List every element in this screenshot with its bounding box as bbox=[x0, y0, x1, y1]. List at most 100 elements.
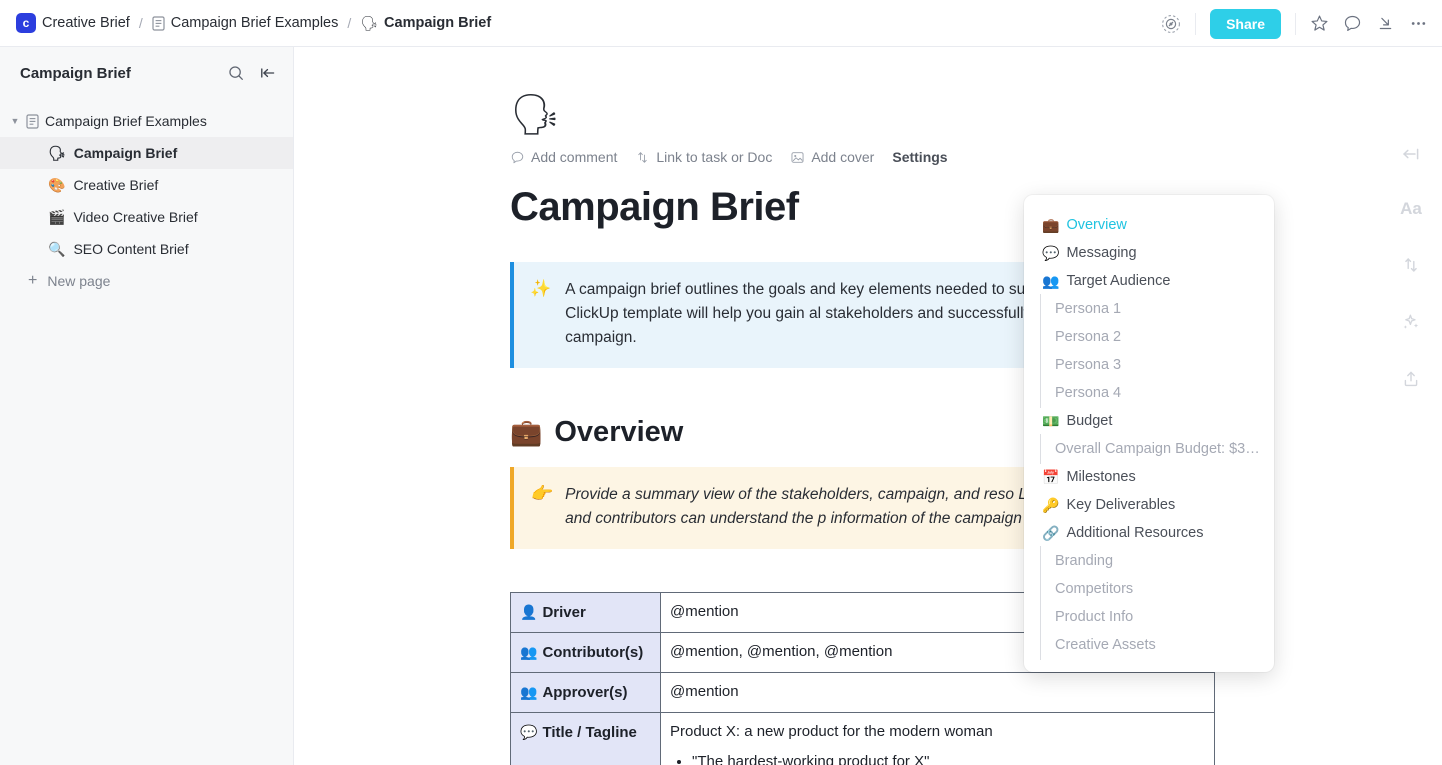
breadcrumb-label-workspace: Creative Brief bbox=[42, 15, 130, 31]
outline-item-messaging[interactable]: 💬 Messaging bbox=[1024, 239, 1274, 267]
breadcrumb-item-parent-doc[interactable]: Campaign Brief Examples bbox=[152, 15, 338, 31]
table-value-text: @mention bbox=[670, 603, 739, 620]
top-header: c Creative Brief / Campaign Brief Exampl… bbox=[0, 0, 1442, 47]
relationships-icon[interactable] bbox=[1401, 255, 1421, 275]
table-label-text: Contributor(s) bbox=[542, 644, 644, 661]
sidebar: Campaign Brief ▼ Campaign Brief Examples… bbox=[0, 47, 294, 765]
outline-item-additional-resources[interactable]: 🔗 Additional Resources bbox=[1024, 519, 1274, 547]
outline-subitem-persona-1[interactable]: Persona 1 bbox=[1024, 294, 1274, 324]
outline-item-label: Additional Resources bbox=[1066, 525, 1204, 541]
table-value-text: Product X: a new product for the modern … bbox=[670, 723, 993, 740]
sidebar-item-campaign-brief[interactable]: 🗣 Campaign Brief bbox=[0, 137, 293, 169]
outline-item-overview[interactable]: 💼 Overview bbox=[1024, 211, 1274, 239]
outline-item-emoji: 💬 bbox=[1042, 244, 1060, 261]
outline-item-label: Messaging bbox=[1066, 245, 1137, 261]
section-heading-label: Overview bbox=[554, 416, 684, 448]
outline-subitem-product-info[interactable]: Product Info bbox=[1024, 602, 1274, 632]
table-label-text: Driver bbox=[542, 604, 586, 621]
outline-subitem-label: Persona 1 bbox=[1055, 301, 1122, 317]
more-options-icon[interactable] bbox=[1409, 14, 1428, 33]
table-row-value[interactable]: @mention bbox=[660, 672, 1215, 713]
table-label-text: Approver(s) bbox=[542, 684, 628, 701]
outline-subitem-persona-3[interactable]: Persona 3 bbox=[1024, 350, 1274, 380]
link-to-task-button[interactable]: Link to task or Doc bbox=[635, 149, 772, 165]
share-button[interactable]: Share bbox=[1210, 8, 1281, 39]
outline-item-key-deliverables[interactable]: 🔑 Key Deliverables bbox=[1024, 491, 1274, 519]
plus-icon: + bbox=[28, 272, 38, 289]
outline-item-label: Target Audience bbox=[1066, 273, 1171, 289]
outline-item-milestones[interactable]: 📅 Milestones bbox=[1024, 463, 1274, 491]
breadcrumb-item-workspace[interactable]: c Creative Brief bbox=[16, 13, 130, 33]
palette-emoji: 🎨 bbox=[48, 177, 66, 193]
breadcrumb-item-current-page[interactable]: 🗣 Campaign Brief bbox=[360, 15, 491, 31]
table-row: 💬 Title / Tagline Product X: a new produc… bbox=[510, 712, 1215, 765]
search-icon[interactable] bbox=[227, 64, 245, 82]
briefcase-emoji: 💼 bbox=[510, 417, 543, 447]
clickup-logo-icon: c bbox=[16, 13, 36, 33]
font-size-icon[interactable]: Aa bbox=[1400, 199, 1422, 219]
new-page-button[interactable]: + New page bbox=[0, 265, 293, 297]
sidebar-title: Campaign Brief bbox=[20, 64, 131, 82]
collapse-panel-icon[interactable] bbox=[1401, 145, 1421, 163]
sidebar-item-creative-brief[interactable]: 🎨 Creative Brief bbox=[0, 169, 293, 201]
outline-subitem-competitors[interactable]: Competitors bbox=[1024, 574, 1274, 604]
outline-item-label: Key Deliverables bbox=[1066, 497, 1176, 513]
outline-item-emoji: 👥 bbox=[1042, 272, 1060, 289]
speaking-head-emoji: 🗣 bbox=[360, 15, 379, 31]
outline-subitem-persona-4[interactable]: Persona 4 bbox=[1024, 378, 1274, 408]
chevron-down-icon[interactable]: ▼ bbox=[10, 116, 20, 126]
settings-button[interactable]: Settings bbox=[892, 149, 947, 165]
outline-item-budget[interactable]: 💵 Budget bbox=[1024, 407, 1274, 435]
sparkles-emoji: ✨ bbox=[530, 279, 552, 298]
add-comment-button[interactable]: Add comment bbox=[510, 149, 617, 165]
table-value-text: @mention, @mention, @mention bbox=[670, 643, 893, 660]
outline-subitem-overall-campaign-budget-3[interactable]: Overall Campaign Budget: $3,... bbox=[1024, 434, 1274, 464]
magnifier-emoji: 🔍 bbox=[48, 241, 66, 257]
outline-subitem-branding[interactable]: Branding bbox=[1024, 546, 1274, 576]
outline-item-label: Budget bbox=[1066, 413, 1113, 429]
document-toolbar: Add comment Link to task or Doc Add cove… bbox=[510, 149, 1230, 165]
outline-item-target-audience[interactable]: 👥 Target Audience bbox=[1024, 267, 1274, 295]
outline-subitem-label: Creative Assets bbox=[1055, 637, 1156, 653]
comment-icon[interactable] bbox=[1343, 14, 1362, 33]
privacy-icon[interactable] bbox=[1161, 14, 1181, 34]
table-row-value[interactable]: Product X: a new product for the modern … bbox=[660, 712, 1215, 765]
person-emoji: 👤 bbox=[520, 604, 538, 620]
download-icon[interactable] bbox=[1376, 14, 1395, 33]
outline-subitem-creative-assets[interactable]: Creative Assets bbox=[1024, 630, 1274, 660]
people-emoji: 👥 bbox=[520, 684, 538, 700]
table-value-text: @mention bbox=[670, 683, 739, 700]
sidebar-item-video-creative-brief[interactable]: 🎬 Video Creative Brief bbox=[0, 201, 293, 233]
sidebar-item-seo-content-brief[interactable]: 🔍 SEO Content Brief bbox=[0, 233, 293, 265]
outline-item-emoji: 🔑 bbox=[1042, 496, 1060, 513]
table-row-label[interactable]: 👤 Driver bbox=[510, 592, 661, 633]
table-row-label[interactable]: 💬 Title / Tagline bbox=[510, 712, 661, 765]
table-row: 👥 Approver(s) @mention bbox=[510, 672, 1215, 713]
sidebar-item-campaign-brief-examples[interactable]: ▼ Campaign Brief Examples bbox=[0, 105, 293, 137]
breadcrumb: c Creative Brief / Campaign Brief Exampl… bbox=[0, 13, 491, 33]
star-icon[interactable] bbox=[1310, 14, 1329, 33]
outline-subitem-persona-2[interactable]: Persona 2 bbox=[1024, 322, 1274, 352]
comment-icon bbox=[511, 151, 524, 163]
share-export-icon[interactable] bbox=[1401, 369, 1421, 389]
speech-balloon-emoji: 💬 bbox=[520, 724, 538, 740]
outline-subitem-label: Competitors bbox=[1055, 581, 1134, 597]
outline-item-emoji: 🔗 bbox=[1042, 524, 1060, 541]
ai-magic-icon[interactable] bbox=[1400, 311, 1422, 333]
add-comment-label: Add comment bbox=[531, 149, 618, 165]
sidebar-item-label: Video Creative Brief bbox=[73, 209, 198, 225]
sidebar-item-label: Campaign Brief Examples bbox=[45, 113, 207, 129]
outline-subitem-label: Branding bbox=[1055, 553, 1114, 569]
header-divider-1 bbox=[1195, 12, 1197, 35]
collapse-sidebar-icon[interactable] bbox=[259, 64, 277, 82]
table-row-label[interactable]: 👥 Contributor(s) bbox=[510, 632, 661, 673]
people-emoji: 👥 bbox=[520, 644, 538, 660]
new-page-label: New page bbox=[47, 273, 111, 289]
add-cover-button[interactable]: Add cover bbox=[790, 149, 874, 165]
sidebar-item-label: Creative Brief bbox=[73, 177, 159, 193]
sidebar-header: Campaign Brief bbox=[0, 47, 293, 99]
outline-subitem-label: Persona 4 bbox=[1055, 385, 1122, 401]
table-row-label[interactable]: 👥 Approver(s) bbox=[510, 672, 661, 713]
doc-icon bbox=[26, 113, 39, 129]
document-emoji[interactable]: 🗣 bbox=[510, 95, 1230, 135]
